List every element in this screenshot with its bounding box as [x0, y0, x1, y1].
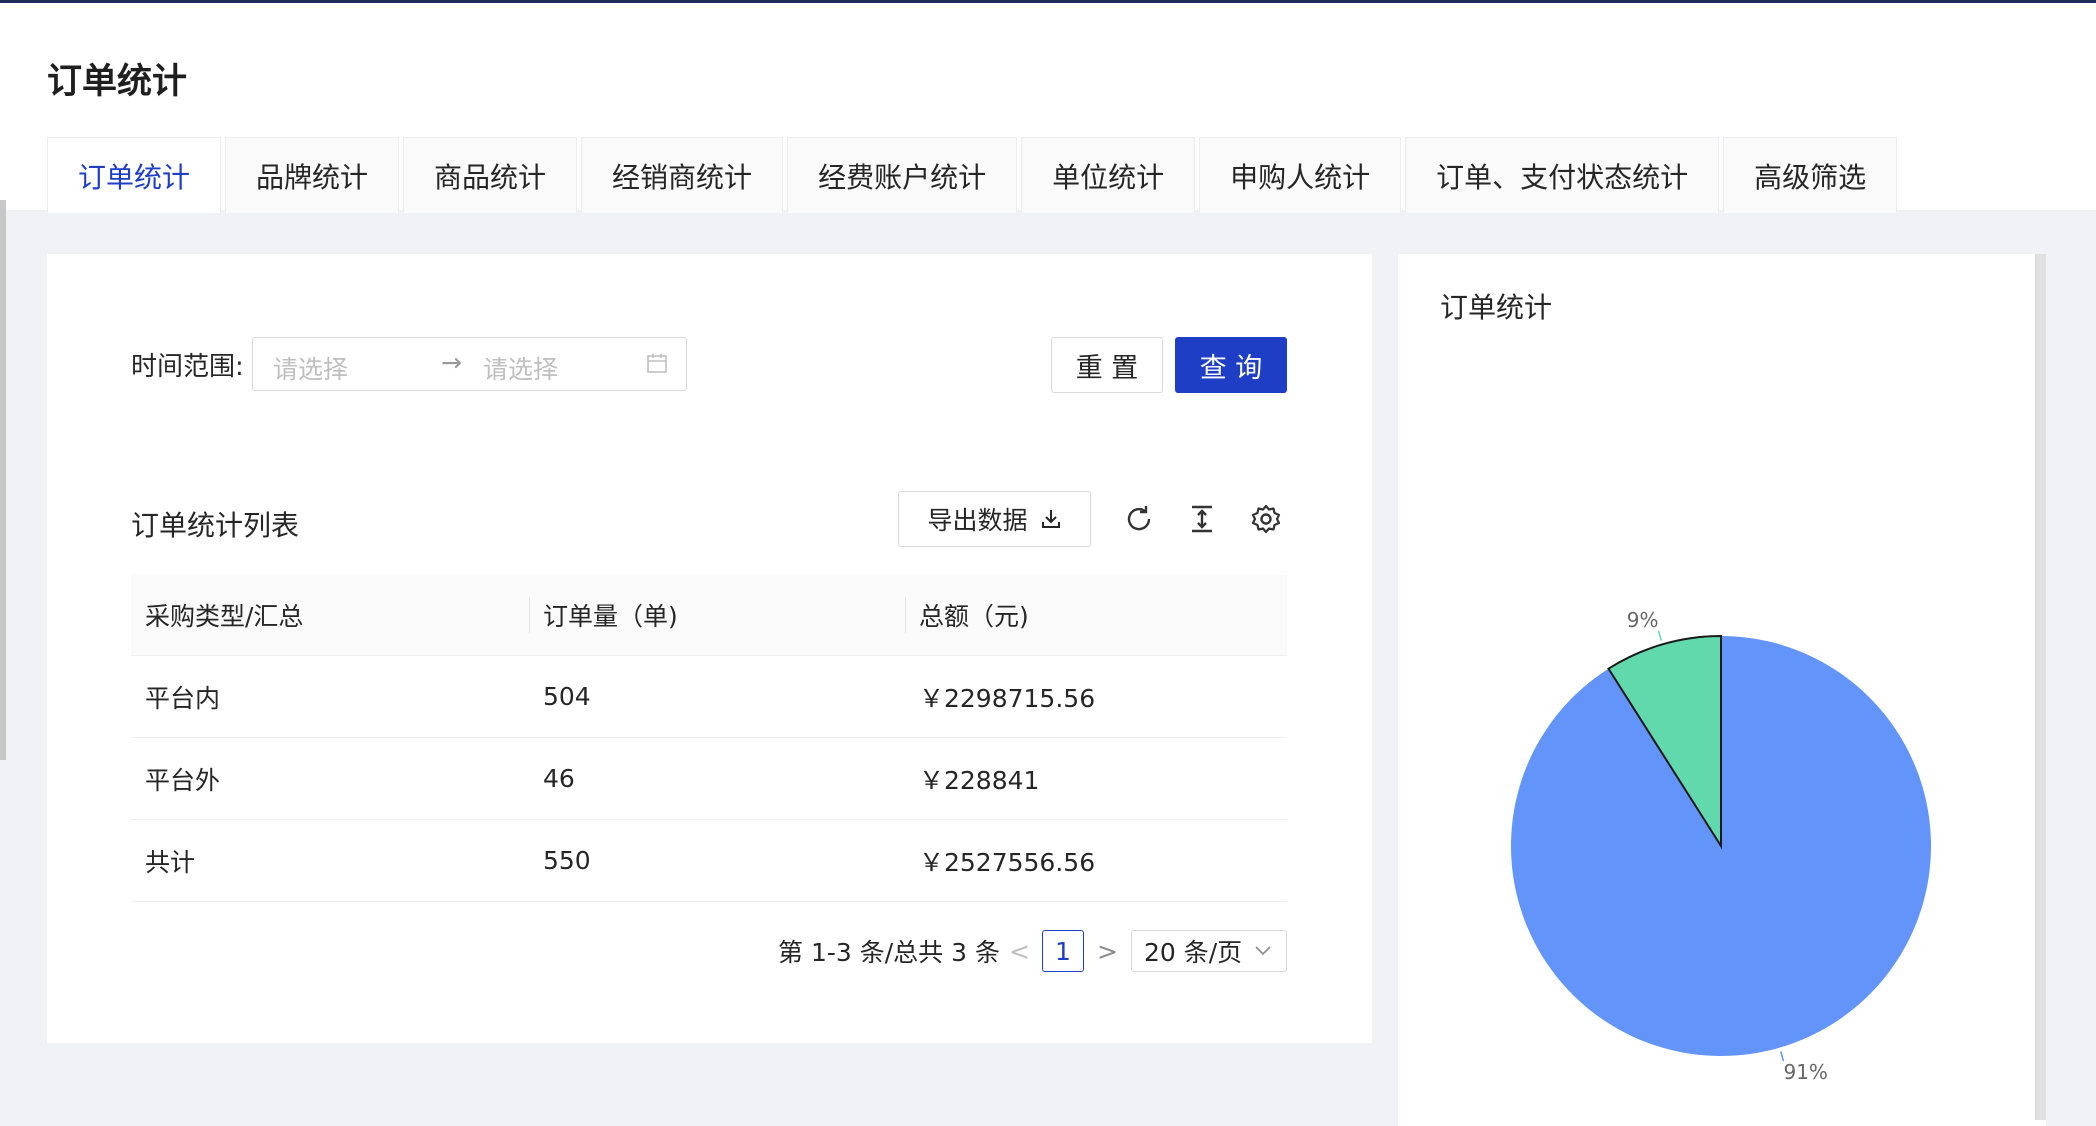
tab-fund-account-stats[interactable]: 经费账户统计 [787, 137, 1018, 213]
date-range-picker[interactable]: 请选择 → 请选择 [252, 337, 687, 391]
order-pie-chart: 91% 9% [1511, 608, 1931, 1084]
reset-button[interactable]: 重 置 [1051, 337, 1163, 393]
table-cell: 平台内 [145, 683, 221, 713]
column-height-icon[interactable] [1186, 503, 1218, 535]
list-title: 订单统计列表 [131, 509, 300, 542]
pagination-total: 第 1-3 条/总共 3 条 [778, 938, 1000, 967]
table-row: 平台内 504 ￥2298715.56 [131, 656, 1287, 738]
table-cell: ￥2527556.56 [919, 847, 1096, 877]
table-cell: 504 [543, 682, 591, 711]
table-row: 平台外 46 ￥228841 [131, 738, 1287, 820]
tab-order-payment-status-stats[interactable]: 订单、支付状态统计 [1405, 137, 1720, 213]
table-cell: 平台外 [145, 765, 221, 795]
pie-label-line [1657, 630, 1663, 641]
query-button[interactable]: 查 询 [1175, 337, 1287, 393]
time-range-label: 时间范围: [131, 352, 244, 382]
refresh-icon[interactable] [1123, 503, 1155, 535]
table-header: 采购类型/汇总 订单量（单) 总额（元) [131, 575, 1287, 656]
page-size-select[interactable]: 20 条/页 [1131, 930, 1287, 972]
page-number-button[interactable]: 1 [1042, 930, 1084, 972]
table-cell: ￥2298715.56 [919, 683, 1096, 713]
scrollbar[interactable] [2035, 254, 2046, 1120]
tab-product-stats[interactable]: 商品统计 [403, 137, 578, 213]
tab-advanced-filter[interactable]: 高级筛选 [1723, 137, 1898, 213]
next-page-button[interactable]: > [1097, 930, 1118, 972]
page-header: 订单统计 订单统计 品牌统计 商品统计 经销商统计 经费账户统计 单位统计 申购… [0, 3, 2096, 213]
page-size-value: 20 条/页 [1144, 938, 1243, 967]
table-cell: ￥228841 [919, 765, 1040, 795]
left-scrollbar[interactable] [0, 200, 6, 760]
tab-brand-stats[interactable]: 品牌统计 [225, 137, 400, 213]
end-date-input[interactable]: 请选择 [483, 350, 558, 386]
pie-slice-label: 9% [1627, 608, 1659, 632]
table-cell: 共计 [145, 847, 196, 877]
column-header: 采购类型/汇总 [145, 602, 304, 631]
tab-order-stats[interactable]: 订单统计 [47, 137, 222, 213]
column-header: 订单量（单) [529, 575, 905, 655]
settings-gear-icon[interactable] [1250, 503, 1282, 535]
stats-card: 时间范围: 请选择 → 请选择 重 置 查 询 订单统计列表 导出数据 采购类型… [47, 254, 1372, 1043]
page-title: 订单统计 [47, 62, 188, 102]
prev-page-button[interactable]: < [1009, 930, 1030, 972]
start-date-input[interactable]: 请选择 [273, 350, 348, 386]
chevron-down-icon [1255, 946, 1271, 956]
chart-card: 订单统计 91% 9% [1398, 254, 2046, 1126]
calendar-icon [647, 353, 667, 373]
tab-dealer-stats[interactable]: 经销商统计 [581, 137, 784, 213]
export-data-button[interactable]: 导出数据 [898, 491, 1091, 547]
tab-requester-stats[interactable]: 申购人统计 [1199, 137, 1402, 213]
range-arrow-icon: → [441, 348, 462, 377]
tab-unit-stats[interactable]: 单位统计 [1021, 137, 1196, 213]
table-cell: 46 [543, 764, 575, 793]
order-stats-table: 采购类型/汇总 订单量（单) 总额（元) 平台内 504 ￥2298715.56… [131, 575, 1287, 902]
tab-bar: 订单统计 品牌统计 商品统计 经销商统计 经费账户统计 单位统计 申购人统计 订… [47, 137, 1901, 213]
export-label: 导出数据 [927, 506, 1028, 535]
download-icon [1041, 510, 1060, 528]
table-cell: 550 [543, 846, 591, 875]
column-header: 总额（元) [905, 575, 1287, 655]
table-row: 共计 550 ￥2527556.56 [131, 820, 1287, 902]
pie-slice-label: 91% [1783, 1060, 1827, 1084]
